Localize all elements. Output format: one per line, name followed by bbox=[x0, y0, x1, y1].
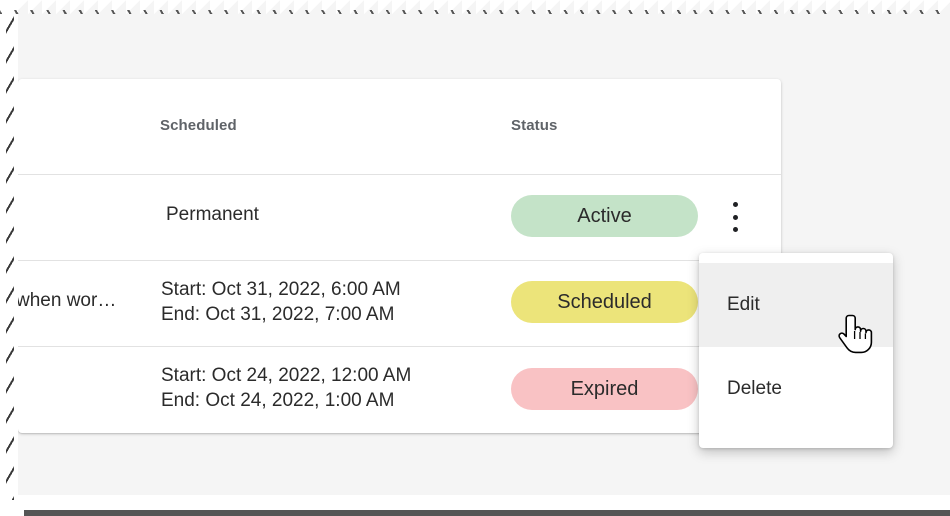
row-actions-menu: Edit Delete bbox=[699, 253, 893, 448]
scheduled-end: End: Oct 31, 2022, 7:00 AM bbox=[161, 304, 395, 325]
scheduled-cell: Permanent bbox=[166, 204, 259, 225]
scheduled-start: Start: Oct 24, 2022, 12:00 AM bbox=[161, 365, 412, 386]
column-header-scheduled[interactable]: Scheduled bbox=[160, 117, 237, 134]
menu-item-delete[interactable]: Delete bbox=[699, 347, 893, 431]
bottom-edge-shadow bbox=[24, 510, 950, 516]
table-row[interactable]: when wor… Start: Oct 31, 2022, 6:00 AM E… bbox=[18, 261, 781, 347]
table-row[interactable]: Start: Oct 24, 2022, 12:00 AM End: Oct 2… bbox=[18, 347, 781, 433]
scheduled-start: Start: Oct 31, 2022, 6:00 AM bbox=[161, 279, 401, 300]
menu-item-edit[interactable]: Edit bbox=[699, 263, 893, 347]
screenshot-canvas: Scheduled Status Permanent Active when w… bbox=[0, 0, 950, 516]
row-actions-button[interactable] bbox=[728, 202, 742, 232]
rules-table: Scheduled Status Permanent Active when w… bbox=[18, 79, 781, 433]
table-row[interactable]: Permanent Active bbox=[18, 175, 781, 261]
scheduled-end: End: Oct 24, 2022, 1:00 AM bbox=[161, 390, 395, 411]
name-cell: when wor… bbox=[18, 290, 117, 311]
status-badge-active: Active bbox=[511, 195, 698, 237]
torn-edge-top-stroke bbox=[0, 10, 950, 14]
more-vert-icon bbox=[732, 202, 738, 207]
status-badge-scheduled: Scheduled bbox=[511, 281, 698, 323]
torn-edge-left-stroke bbox=[6, 10, 14, 500]
column-header-status[interactable]: Status bbox=[511, 117, 557, 134]
status-badge-expired: Expired bbox=[511, 368, 698, 410]
table-header: Scheduled Status bbox=[18, 79, 781, 175]
